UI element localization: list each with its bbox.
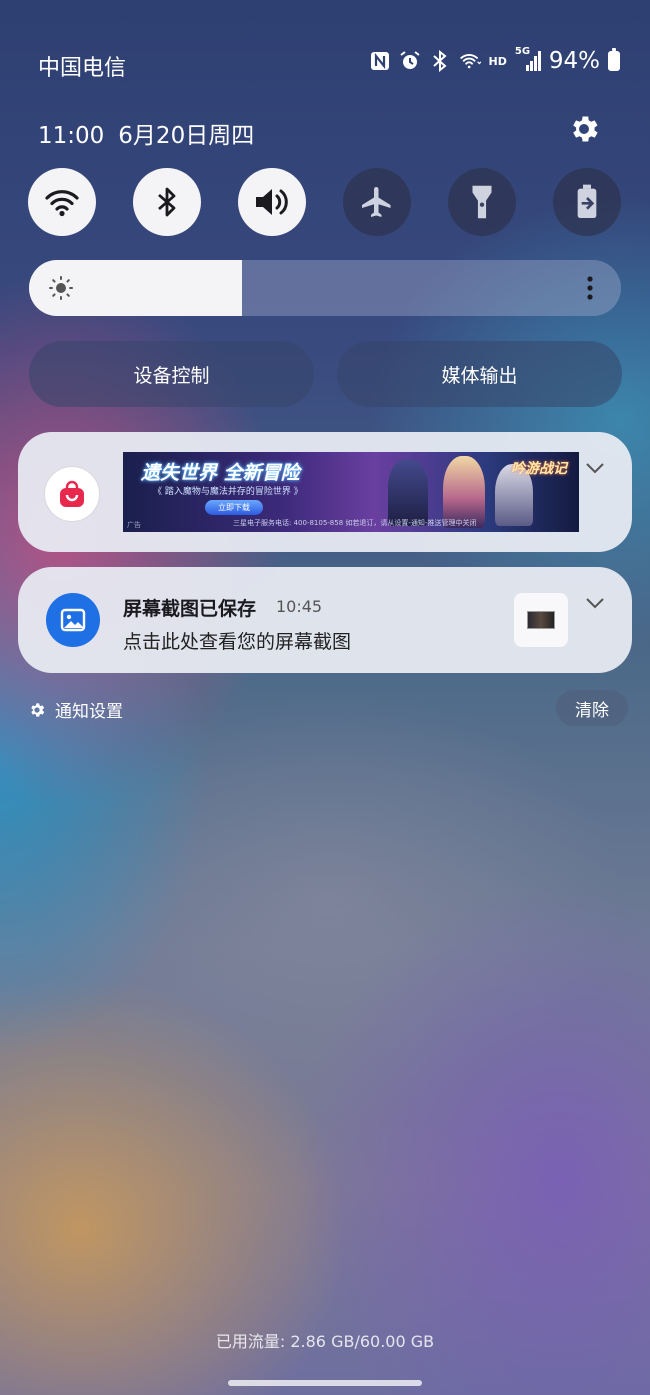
screenshot-thumbnail[interactable]: [514, 593, 568, 647]
wifi-icon: [45, 190, 79, 217]
ad-label: 广告: [127, 521, 141, 529]
quick-settings-row: [28, 168, 622, 236]
notification-settings-link[interactable]: 通知设置: [28, 697, 123, 722]
airplane-icon: [362, 187, 391, 217]
ad-character-image: [388, 460, 428, 526]
gear-icon: [31, 702, 45, 717]
bluetooth-icon: [158, 187, 176, 217]
wifi-toggle[interactable]: [28, 168, 96, 236]
clock-time: 11:00: [38, 123, 105, 149]
expand-chevron-icon[interactable]: [584, 595, 606, 609]
device-control-button[interactable]: 设备控制: [29, 341, 314, 407]
date-label: 6月20日周四: [118, 123, 255, 149]
sound-toggle[interactable]: [238, 168, 306, 236]
settings-gear-icon[interactable]: [567, 112, 601, 146]
bluetooth-icon: [429, 50, 451, 72]
shopping-bag-icon: [44, 466, 100, 522]
home-indicator[interactable]: [228, 1380, 422, 1386]
volume-icon: [256, 189, 288, 215]
ad-notification[interactable]: 遗失世界 全新冒险 《 踏入魔物与魔法并存的冒险世界 》 立即下载 吟游战记 广…: [18, 432, 632, 552]
expand-chevron-icon[interactable]: [584, 460, 606, 474]
brightness-sun-icon: [49, 276, 73, 300]
date-time: 11:00 6月20日周四: [38, 116, 268, 150]
status-icons: HD 5G 94%: [369, 46, 620, 74]
clear-button[interactable]: 清除: [556, 690, 628, 726]
ad-banner[interactable]: 遗失世界 全新冒险 《 踏入魔物与魔法并存的冒险世界 》 立即下载 吟游战记 广…: [123, 452, 579, 532]
status-bar: 中国电信 HD 5G 94%: [0, 40, 650, 90]
flashlight-icon: [472, 185, 492, 219]
ad-banner-subtitle: 《 踏入魔物与魔法并存的冒险世界 》: [153, 487, 303, 497]
more-options-icon[interactable]: [583, 274, 597, 302]
flashlight-toggle[interactable]: [448, 168, 516, 236]
battery-percent: 94%: [548, 48, 600, 74]
notification-body: 点击此处查看您的屏幕截图: [123, 631, 352, 653]
notification-title: 屏幕截图已保存: [123, 598, 257, 620]
hd-label: HD: [488, 54, 507, 68]
battery-icon: [608, 48, 620, 71]
ad-footer-text: 三星电子服务电话: 400-8105-858 如若退订，请从设置-通知-推送管理…: [233, 519, 477, 527]
alarm-icon: [399, 50, 421, 72]
airplane-toggle[interactable]: [343, 168, 411, 236]
network-type-label: 5G: [514, 46, 531, 57]
image-icon: [46, 593, 100, 647]
screenshot-notification[interactable]: 屏幕截图已保存 10:45 点击此处查看您的屏幕截图: [18, 567, 632, 673]
signal-icon: 5G: [515, 46, 541, 72]
brightness-slider[interactable]: [29, 260, 621, 316]
battery-saver-icon: [577, 184, 597, 218]
data-usage-label: 已用流量: 2.86 GB/60.00 GB: [215, 1332, 435, 1351]
power-saving-toggle[interactable]: [553, 168, 621, 236]
carrier-label: 中国电信: [38, 56, 127, 81]
bluetooth-toggle[interactable]: [133, 168, 201, 236]
notification-time: 10:45: [276, 597, 323, 616]
ad-banner-title: 遗失世界 全新冒险: [141, 462, 300, 484]
nfc-icon: [369, 50, 391, 72]
notification-settings-label: 通知设置: [55, 702, 123, 722]
ad-game-logo: 吟游战记: [511, 461, 567, 477]
ad-download-button[interactable]: 立即下载: [205, 500, 263, 515]
media-output-button[interactable]: 媒体输出: [337, 341, 622, 407]
wifi-call-icon: [459, 50, 481, 72]
